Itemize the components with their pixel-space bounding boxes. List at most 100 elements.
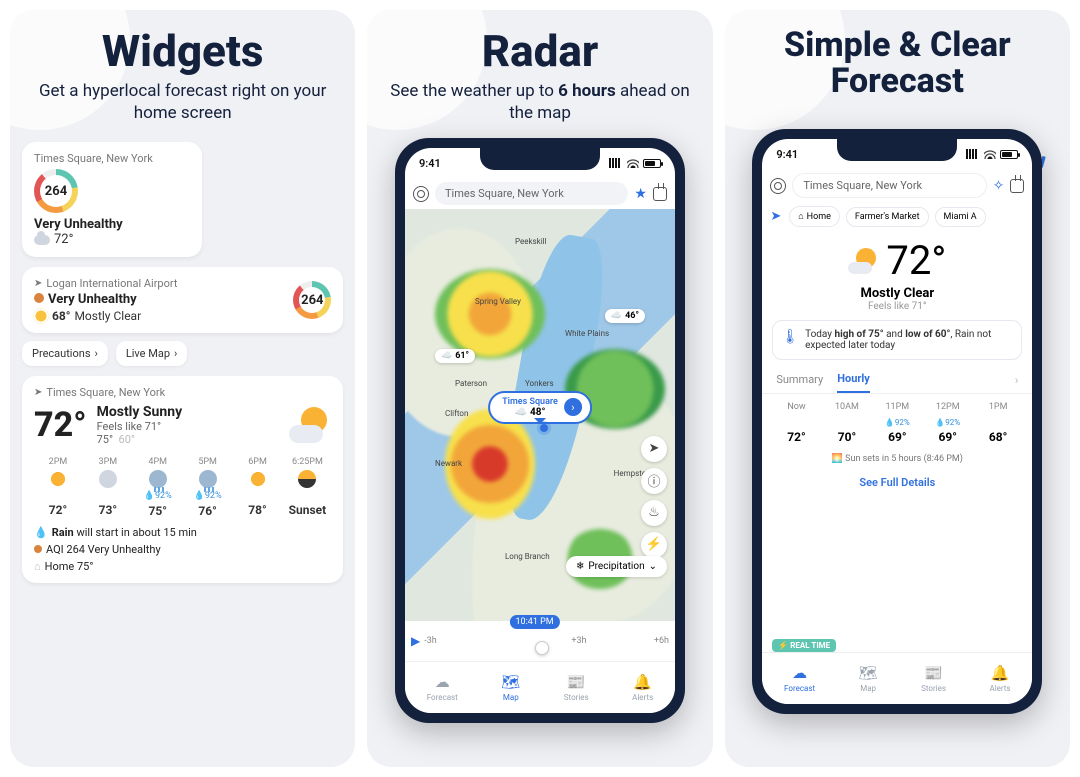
status-time: 9:41 [776, 148, 798, 161]
locate-me-button[interactable]: ➤ [641, 436, 667, 462]
hour-cell: 2PM 72° [34, 457, 82, 518]
location-callout[interactable]: Times Square ☁️48° › [488, 391, 592, 424]
tab-bar: ☁Forecast 🗺Map 📰Stories 🔔Alerts [762, 652, 1032, 704]
timeline-mark: -3h [424, 636, 437, 646]
settings-icon[interactable] [770, 178, 786, 194]
widget3-hourly: 2PM 72°3PM 73°4PM 💧92% 75°5PM 💧92% 76°6P… [34, 457, 331, 518]
location-search[interactable]: Times Square, New York [792, 173, 986, 198]
lightning-button[interactable]: ⚡ [641, 532, 667, 558]
timeline-mark: +3h [571, 636, 586, 646]
hour-cell: 3PM 73° [84, 457, 132, 518]
settings-icon[interactable] [413, 186, 429, 202]
timeline-mark: +6h [654, 636, 669, 646]
status-time: 9:41 [419, 157, 441, 170]
note-rain: 💧Rain will start in about 15 min [34, 526, 331, 539]
battery-icon [643, 159, 661, 168]
phone-notch [480, 148, 600, 170]
sunset-note: 🌅 Sun sets in 5 hours (8:46 PM) [762, 452, 1032, 470]
stories-icon: 📰 [567, 673, 586, 691]
widget-airport[interactable]: ➤Logan International Airport Very Unheal… [22, 267, 343, 333]
location-chip-miami[interactable]: Miami A [935, 207, 986, 227]
forecast-icon: ☁ [792, 664, 807, 682]
chevron-right-icon: › [95, 347, 98, 360]
chevron-right-icon: › [174, 347, 177, 360]
favorite-icon[interactable]: ★ [634, 186, 647, 202]
hour-cell: 12PM 💧92% 69° [924, 402, 972, 444]
widget-aqi-small[interactable]: Times Square, New York 264 Very Unhealth… [22, 142, 202, 257]
city-label: Peekskill [515, 237, 547, 246]
thermometer-icon: 🌡 [781, 329, 799, 351]
hour-cell: Now 72° [772, 402, 820, 444]
aqi-gauge-icon: 264 [293, 281, 331, 319]
partly-sunny-icon [287, 403, 331, 447]
chevron-right-icon[interactable]: › [1015, 373, 1019, 387]
precautions-chip[interactable]: Precautions› [22, 341, 108, 366]
widget2-chips: Precautions› Live Map› [22, 341, 343, 366]
tab-hourly[interactable]: Hourly [837, 366, 870, 393]
headline-radar: Radar [379, 28, 700, 74]
callout-go-icon[interactable]: › [564, 398, 582, 416]
tab-summary[interactable]: Summary [776, 367, 823, 392]
app-topbar: Times Square, New York ★ [405, 178, 675, 209]
wifi-icon [984, 149, 996, 159]
home-icon: ⌂ [798, 211, 803, 222]
tab-forecast[interactable]: ☁Forecast [784, 664, 815, 693]
city-label: Clifton [445, 409, 468, 418]
temp-badge[interactable]: ☁️61° [435, 349, 475, 363]
sun-icon [34, 309, 48, 323]
tab-forecast[interactable]: ☁Forecast [427, 673, 458, 702]
timeline-handle[interactable] [535, 641, 549, 655]
phone-mockup-forecast: 9:41 Times Square, New York ✧ ➤ ⌂Home Fa… [752, 129, 1042, 714]
hour-cell: 1PM 68° [974, 402, 1022, 444]
aqi-dot-icon [34, 293, 44, 303]
note-home: ⌂Home 75° [34, 560, 331, 573]
app-topbar: Times Square, New York ✧ [762, 169, 1032, 202]
radar-map[interactable]: Peekskill Spring Valley White Plains Pat… [405, 209, 675, 621]
tab-map[interactable]: 🗺Map [859, 664, 878, 693]
fire-button[interactable]: ♨ [641, 500, 667, 526]
aqi-gauge-icon: 264 [34, 169, 78, 213]
tab-alerts[interactable]: 🔔Alerts [989, 664, 1010, 693]
callout-location: Times Square [502, 397, 558, 407]
tab-alerts[interactable]: 🔔Alerts [632, 673, 653, 702]
location-search[interactable]: Times Square, New York [435, 182, 628, 205]
info-button[interactable]: ⓘ [641, 468, 667, 494]
live-map-chip[interactable]: Live Map› [116, 341, 188, 366]
current-conditions: 72° Mostly Clear Feels like 71° [762, 231, 1032, 314]
headline-widgets: Widgets [22, 28, 343, 74]
widget3-condition: Mostly Sunny [97, 404, 183, 420]
hour-cell: 11PM 💧92% 69° [873, 402, 921, 444]
widget3-location: ➤Times Square, New York [34, 386, 331, 399]
home-icon: ⌂ [34, 560, 41, 573]
tab-stories[interactable]: 📰Stories [564, 673, 589, 702]
phone-mockup-radar: 9:41 Times Square, New York ★ Peekskill … [395, 138, 685, 723]
phone-notch [837, 139, 957, 161]
layer-selector[interactable]: ❄Precipitation⌄ [566, 556, 667, 577]
location-arrow-icon[interactable]: ➤ [770, 209, 781, 224]
play-button[interactable]: ▶ [411, 634, 420, 648]
timeline-current: 10:41 PM [509, 615, 559, 629]
location-chip-home[interactable]: ⌂Home [789, 206, 840, 227]
signal-icon [966, 149, 980, 159]
hero-condition: Mostly Clear [860, 286, 934, 301]
widget-forecast-large[interactable]: ➤Times Square, New York 72° Mostly Sunny… [22, 376, 343, 583]
widget1-condition: Very Unhealthy [34, 217, 190, 232]
widget2-condition: Very Unhealthy [34, 292, 177, 307]
panel-forecast: Simple & Clear Forecast ↘ 9:41 Times Squ… [725, 10, 1070, 767]
subhead-radar: See the weather up to 6 hours ahead on t… [379, 80, 700, 124]
favorite-icon[interactable]: ✧ [993, 178, 1005, 194]
share-icon[interactable] [653, 187, 667, 201]
hour-cell: 10AM 70° [823, 402, 871, 444]
wifi-icon [627, 158, 639, 168]
see-full-details-link[interactable]: See Full Details [762, 470, 1032, 499]
share-icon[interactable] [1010, 179, 1024, 193]
tab-map[interactable]: 🗺Map [501, 673, 520, 702]
radar-timeline[interactable]: ▶ -3h +3h +6h 10:41 PM [405, 621, 675, 661]
location-arrow-icon: ➤ [34, 278, 42, 289]
widget2-sky: 68°Mostly Clear [34, 309, 177, 323]
location-chip-farmers[interactable]: Farmer's Market [846, 207, 929, 227]
temp-badge[interactable]: ☁️46° [605, 309, 645, 323]
panel-widgets: Widgets Get a hyperlocal forecast right … [10, 10, 355, 767]
hour-cell: 5PM 💧92% 76° [184, 457, 232, 518]
tab-stories[interactable]: 📰Stories [921, 664, 946, 693]
